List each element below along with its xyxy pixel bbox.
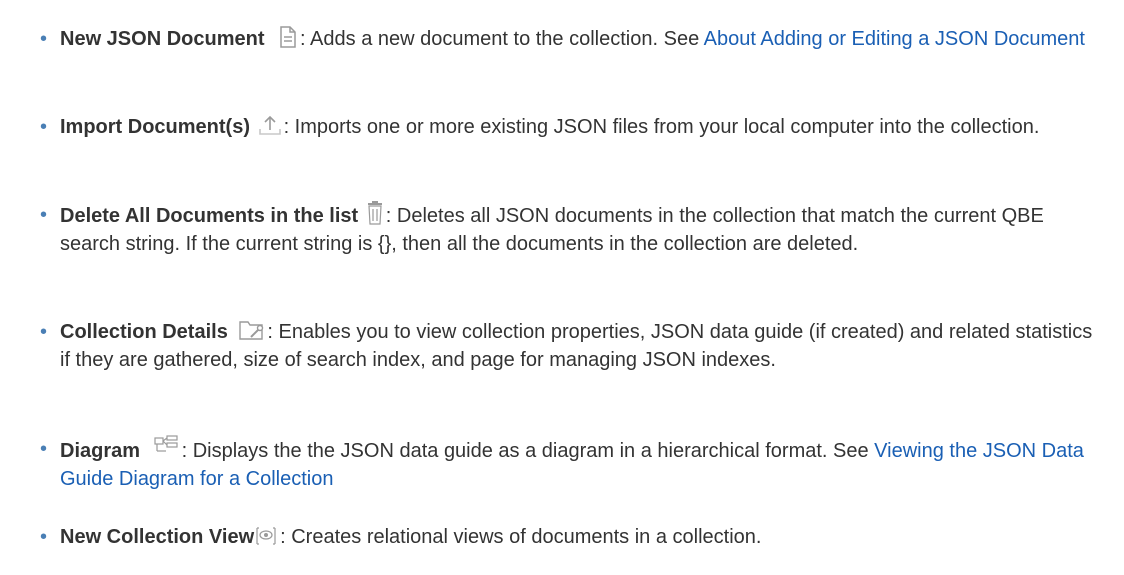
bullet: • (40, 526, 48, 548)
diagram-icon (153, 435, 180, 453)
item-text: Delete All Documents in the list : Delet… (60, 201, 1100, 258)
bullet: • (40, 116, 48, 138)
bullet: • (40, 28, 48, 50)
trash-icon (366, 201, 384, 225)
folder-wrench-icon (239, 319, 265, 341)
bullet: • (40, 321, 48, 343)
term-label: New Collection View (60, 526, 255, 548)
term-label: Import Document(s) (60, 116, 250, 138)
item-text: Diagram : Displays the the JSON data gui… (60, 435, 1100, 493)
term-label: Diagram (60, 440, 141, 462)
new-document-icon (278, 26, 298, 48)
item-description: : Imports one or more existing JSON file… (283, 116, 1040, 138)
term-label: Delete All Documents in the list (60, 205, 359, 227)
link-about-adding-editing-json-document[interactable]: About Adding or Editing a JSON Document (704, 28, 1085, 50)
item-description: : Adds a new document to the collection.… (300, 28, 704, 50)
item-text: New Collection View : Creates relational… (60, 523, 1100, 551)
bullet: • (40, 204, 48, 226)
item-text: Collection Details : Enables you to view… (60, 318, 1100, 374)
term-label: Collection Details (60, 321, 228, 343)
import-upload-icon (258, 114, 282, 136)
item-text: New JSON Document : Adds a new document … (60, 25, 1100, 53)
bullet: • (40, 438, 48, 460)
term-label: New JSON Document (60, 28, 265, 50)
eye-view-icon (254, 526, 278, 546)
page: { "items": [ { "term": "New JSON Documen… (0, 0, 1124, 575)
item-description: : Creates relational views of documents … (280, 526, 762, 548)
item-description: : Displays the the JSON data guide as a … (181, 440, 875, 462)
item-text: Import Document(s) : Imports one or more… (60, 113, 1100, 141)
